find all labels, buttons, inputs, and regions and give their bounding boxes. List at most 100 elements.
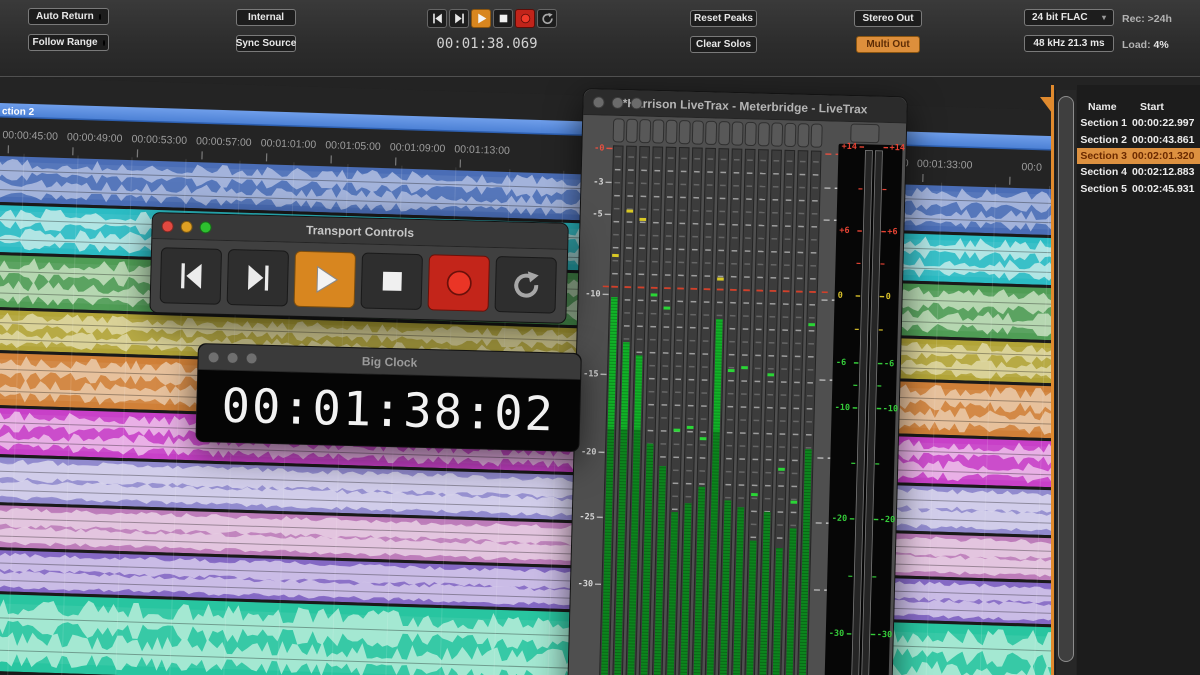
follow-range-button[interactable]: Follow Range (28, 34, 109, 51)
rec-time-remaining: Rec: >24h (1122, 13, 1172, 25)
close-icon[interactable] (592, 96, 605, 109)
peak-hold-mark (727, 368, 735, 373)
sections-header: Name Start (1077, 98, 1200, 115)
loop-icon (541, 12, 553, 24)
record-button[interactable] (427, 254, 490, 312)
transport-buttons (150, 239, 567, 323)
channel-button[interactable] (718, 121, 731, 146)
skip-start-button[interactable] (159, 247, 223, 305)
master-scale-label: 0 (886, 292, 891, 302)
loop-button[interactable] (537, 9, 557, 28)
meter-scale-label: -3 (593, 177, 604, 187)
section-start-time: 00:00:43.861 (1132, 133, 1195, 146)
dsp-load-value: 4% (1153, 39, 1169, 51)
app-window: Auto Return Follow Range Internal Sync S… (0, 0, 1200, 675)
master-scale-label: -30 (829, 629, 845, 639)
chevron-down-icon: ▾ (1101, 13, 1106, 22)
internal-button[interactable]: Internal (236, 9, 296, 26)
window-controls (161, 220, 212, 234)
skip-start-button[interactable] (427, 9, 447, 28)
meter-scale-label: -15 (583, 369, 599, 379)
transport-window: Transport Controls (149, 212, 569, 324)
section-marker-label[interactable]: ction 2 (2, 106, 35, 118)
internal-label: Internal (247, 12, 285, 23)
close-icon[interactable] (207, 351, 220, 364)
skip-end-button[interactable] (449, 9, 469, 28)
section-row[interactable]: Section 4 00:02:12.883 (1077, 164, 1200, 180)
channel-button[interactable] (625, 118, 638, 143)
channel-button[interactable] (665, 119, 678, 144)
channel-button[interactable] (784, 122, 797, 147)
channel-button[interactable] (797, 123, 810, 148)
play-icon (477, 13, 486, 24)
sections-panel: Name Start Section 1 00:00:22.997 Section … (1077, 85, 1200, 675)
channel-button[interactable] (744, 121, 757, 146)
close-icon[interactable] (161, 220, 174, 233)
reset-peaks-label: Reset Peaks (694, 13, 753, 24)
sync-source-button[interactable]: Sync Source (236, 35, 296, 52)
zoom-icon[interactable] (245, 352, 258, 365)
peak-hold-mark (612, 253, 619, 258)
sample-rate-button[interactable]: 48 kHz 21.3 ms (1024, 35, 1114, 52)
zoom-icon[interactable] (199, 221, 212, 234)
peak-hold-mark (778, 467, 785, 471)
peak-hold-mark (650, 293, 658, 297)
ruler-mark: 00:00:45:00 (2, 129, 58, 143)
stop-icon (382, 271, 402, 291)
channel-button[interactable] (757, 122, 770, 147)
vertical-scrollbar[interactable] (1055, 90, 1076, 675)
auto-return-button[interactable]: Auto Return (28, 8, 109, 25)
minimize-icon[interactable] (180, 220, 193, 234)
play-button[interactable] (471, 9, 491, 28)
meter-scale-label: -5 (592, 209, 603, 219)
section-row[interactable]: Section 3 00:02:01.320 (1077, 147, 1200, 165)
channel-button[interactable] (678, 120, 691, 145)
peak-hold-mark (663, 306, 671, 310)
big-clock-body: 00:01:38:02 (196, 370, 581, 451)
peak-hold-mark (626, 209, 634, 213)
master-button[interactable] (850, 123, 880, 144)
stop-button[interactable] (360, 252, 423, 311)
record-button[interactable] (515, 9, 535, 28)
ruler-mark: 00:01:33:00 (917, 158, 973, 172)
clear-solos-button[interactable]: Clear Solos (690, 36, 757, 53)
file-format-dropdown[interactable]: 24 bit FLAC ▾ (1024, 9, 1114, 26)
peak-hold-mark (699, 437, 707, 441)
file-format-label: 24 bit FLAC (1032, 12, 1088, 23)
stereo-out-button[interactable]: Stereo Out (854, 10, 922, 27)
section-row[interactable]: Section 5 00:02:45.931 (1077, 181, 1200, 197)
stop-button[interactable] (493, 9, 513, 28)
section-row[interactable]: Section 1 00:00:22.997 (1077, 115, 1200, 131)
loop-button[interactable] (494, 256, 557, 314)
section-name: Section 2 (1080, 133, 1127, 146)
section-start-time: 00:00:22.997 (1132, 117, 1195, 130)
channel-button[interactable] (705, 120, 718, 145)
reset-peaks-button[interactable]: Reset Peaks (690, 10, 757, 27)
section-row[interactable]: Section 2 00:00:43.861 (1077, 131, 1200, 147)
play-icon (315, 265, 338, 293)
peak-hold-mark (767, 373, 775, 377)
multi-out-button[interactable]: Multi Out (856, 36, 920, 53)
skip-end-button[interactable] (226, 249, 290, 307)
channel-button[interactable] (810, 123, 823, 148)
channel-button[interactable] (639, 119, 652, 144)
minimize-icon[interactable] (226, 351, 239, 365)
peak-hold-mark (808, 323, 816, 327)
peak-hold-mark (717, 277, 724, 281)
column-header-name[interactable]: Name (1077, 101, 1129, 113)
channel-button[interactable] (612, 118, 625, 143)
zoom-icon[interactable] (630, 97, 643, 110)
secondary-clock[interactable]: 00:01:38.069 (428, 36, 546, 52)
play-button[interactable] (293, 250, 357, 309)
led-indicator (102, 39, 105, 46)
minimize-icon[interactable] (611, 96, 624, 110)
channel-button[interactable] (731, 121, 744, 146)
multi-out-label: Multi Out (866, 39, 910, 50)
channel-button[interactable] (771, 122, 784, 147)
channel-button[interactable] (652, 119, 665, 144)
meter-scale-label: -30 (578, 579, 594, 589)
channel-button[interactable] (691, 120, 704, 145)
record-icon (520, 13, 530, 24)
scrollbar-thumb[interactable] (1058, 96, 1074, 662)
column-header-start[interactable]: Start (1129, 101, 1164, 113)
